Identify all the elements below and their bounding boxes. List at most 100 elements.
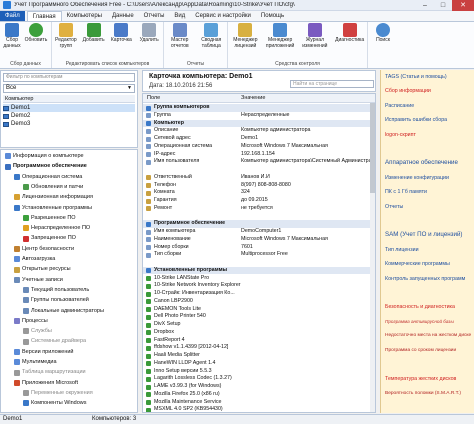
table-row[interactable]: LAME v3.99.3 (for Windows) (143, 383, 371, 391)
tree-node[interactable]: Информация о компьютере (5, 152, 84, 161)
task-link[interactable]: Программа со сроком лицензии (385, 348, 456, 354)
task-link[interactable]: Контроль запущенных программ (385, 276, 465, 282)
table-row[interactable]: Mozilla Maintenance Service (143, 399, 371, 407)
tree-node[interactable]: Центр безопасности (14, 245, 74, 254)
task-link[interactable]: Вероятность поломки (S.M.A.R.T.) (385, 391, 461, 397)
scrollbar-thumb[interactable] (370, 103, 375, 193)
vertical-scrollbar[interactable] (370, 103, 375, 412)
tree-node[interactable]: Нераспределенное ПО (23, 224, 90, 233)
task-link[interactable]: logon-скрипт (385, 132, 416, 138)
grid-group-row[interactable]: Установленные программы (143, 266, 371, 275)
tree-node[interactable]: Лицензионная информация (14, 193, 93, 202)
table-row[interactable]: Телефон 8(997) 808-808-8080 (143, 182, 371, 190)
table-row[interactable]: Описание Компьютер администратора (143, 127, 371, 135)
tab-data[interactable]: Данные (107, 11, 139, 21)
change-log-button[interactable]: Журнал изменений (298, 23, 333, 60)
tree-node[interactable]: Автозагрузка (14, 255, 55, 264)
tab-view[interactable]: Вид (169, 11, 190, 21)
list-item[interactable]: Demo2 (3, 112, 135, 120)
table-row[interactable]: Canon LBP2900 (143, 298, 371, 306)
collect-data-button[interactable]: Сбор данных (0, 23, 24, 60)
table-row[interactable] (143, 259, 371, 267)
table-row[interactable]: ffdshow v1.1.4399 [2012-04-12] (143, 344, 371, 352)
group-editor-button[interactable]: Редактор групп (52, 23, 80, 60)
summary-table-button[interactable]: Сводная таблица (196, 23, 228, 60)
tree-node[interactable]: Локальные администраторы (23, 307, 104, 316)
table-row[interactable]: Lagarith Lossless Codec (1.3.27) (143, 375, 371, 383)
table-row[interactable]: Гарантия до 09.2015 (143, 197, 371, 205)
table-row[interactable]: 10-Strike Network Inventory Explorer (143, 282, 371, 290)
table-row[interactable]: DivX Setup (143, 321, 371, 329)
tree-node[interactable]: Группы пользователей (23, 296, 89, 305)
tree-node[interactable]: Процессы (14, 317, 48, 326)
report-wizard-button[interactable]: Мастер отчетов (164, 23, 196, 60)
task-link[interactable]: Расписание (385, 103, 414, 109)
task-link[interactable]: Коммерческие программы (385, 261, 450, 267)
table-row[interactable]: Ответственный Иванов И.И (143, 174, 371, 182)
table-row[interactable] (143, 166, 371, 174)
tree-node[interactable]: Разрешенное ПО (23, 214, 76, 223)
tree-node[interactable]: Системные драйвера (23, 337, 86, 346)
task-link[interactable]: Сбор информации (385, 88, 431, 94)
task-link[interactable]: Аппаратное обеспечение (385, 160, 458, 166)
tree-node[interactable]: Мультимедиа (14, 358, 57, 367)
tree-node[interactable]: Службы (23, 327, 52, 336)
table-row[interactable]: Dropbox (143, 329, 371, 337)
grid-group-row[interactable]: Программное обеспечение (143, 220, 371, 228)
tree-node[interactable]: Таблица маршрутизации (14, 368, 86, 377)
table-row[interactable]: Номер сборки 7601 (143, 244, 371, 252)
tree-node[interactable]: Версии приложений (14, 348, 74, 357)
tree-node[interactable]: Компоненты Windows (23, 399, 87, 408)
table-row[interactable]: Haali Media Splitter (143, 352, 371, 360)
minimize-button[interactable]: – (416, 0, 434, 11)
grid-group-row[interactable]: Компьютер (143, 119, 371, 128)
tab-reports[interactable]: Отчеты (139, 11, 170, 21)
tab-help[interactable]: Помощь (256, 11, 289, 21)
tab-home[interactable]: Главная (26, 11, 62, 21)
tree-node[interactable]: Обновления и патчи (23, 183, 83, 192)
computer-filter-input[interactable]: Фильтр по компьютерам (3, 73, 135, 82)
table-row[interactable]: Сетевой адрес Demo1 (143, 135, 371, 143)
tree-node[interactable]: Программное обеспечение (5, 162, 87, 171)
license-manager-button[interactable]: Менеджер лицензий (228, 23, 263, 60)
task-link[interactable]: ПК с 1 Гб памяти (385, 189, 427, 195)
app-manager-button[interactable]: Менеджер приложений (263, 23, 298, 60)
refresh-button[interactable]: Обновить (24, 23, 48, 60)
list-item[interactable]: Demo1 (3, 104, 135, 112)
task-link[interactable]: Программа антивирусной базы (385, 319, 454, 325)
search-button[interactable]: Поиск (368, 23, 398, 60)
task-link[interactable]: Температура жестких дисков (385, 376, 456, 382)
tab-computers[interactable]: Компьютеры (62, 11, 107, 21)
task-link[interactable]: Тип лицензии (385, 247, 419, 253)
tree-node[interactable]: Установленные программы (14, 204, 92, 213)
tree-node[interactable]: Открытые ресурсы (14, 265, 71, 274)
table-row[interactable]: Mozilla Firefox 25.0 (x86 ru) (143, 391, 371, 399)
table-row[interactable]: 10-Страйк: Инвентаризация Ко... (143, 290, 371, 298)
tab-file[interactable]: Файл (0, 11, 25, 21)
group-select[interactable]: Все ▼ (3, 84, 135, 93)
tree-node[interactable]: Запрещенное ПО (23, 234, 76, 243)
task-link[interactable]: Изменение конфигурации (385, 175, 449, 181)
task-link[interactable]: Исправить ошибки сбора (385, 117, 447, 123)
grid-group-row[interactable]: Группа компьютеров (143, 104, 371, 112)
delete-button[interactable]: Удалить (135, 23, 163, 60)
maximize-button[interactable]: □ (434, 0, 452, 11)
table-row[interactable]: DAEMON Tools Lite (143, 306, 371, 314)
computer-column-header[interactable]: Компьютер (3, 95, 135, 103)
task-link[interactable]: SAM (Учет ПО и лицензий) (385, 232, 463, 238)
card-button[interactable]: Карточка (108, 23, 136, 60)
table-row[interactable]: Операционная система Microsoft Windows 7 … (143, 143, 371, 151)
table-row[interactable]: Ремонт не требуется (143, 205, 371, 213)
tree-node[interactable]: Приложения Microsoft (14, 379, 78, 388)
table-row[interactable]: 10-Strike LANState Pro (143, 275, 371, 283)
tree-node[interactable]: Переменные окружения (23, 389, 93, 398)
tree-node[interactable]: Операционная система (14, 173, 82, 182)
find-on-page-input[interactable]: Найти на странице (290, 80, 374, 88)
table-row[interactable]: HaneWIN LLDP Agent 1.4 (143, 360, 371, 368)
table-row[interactable]: MSXML 4.0 SP2 (KB954430) (143, 406, 371, 412)
table-row[interactable]: Имя компьютера DemoComputer1 (143, 228, 371, 236)
table-row[interactable]: Тип сборки Multiprocessor Free (143, 251, 371, 259)
table-row[interactable]: Имя пользователя Компьютер администратора… (143, 158, 375, 166)
table-row[interactable]: Dell Photo Printer 540 (143, 313, 371, 321)
list-item[interactable]: Demo3 (3, 120, 135, 128)
